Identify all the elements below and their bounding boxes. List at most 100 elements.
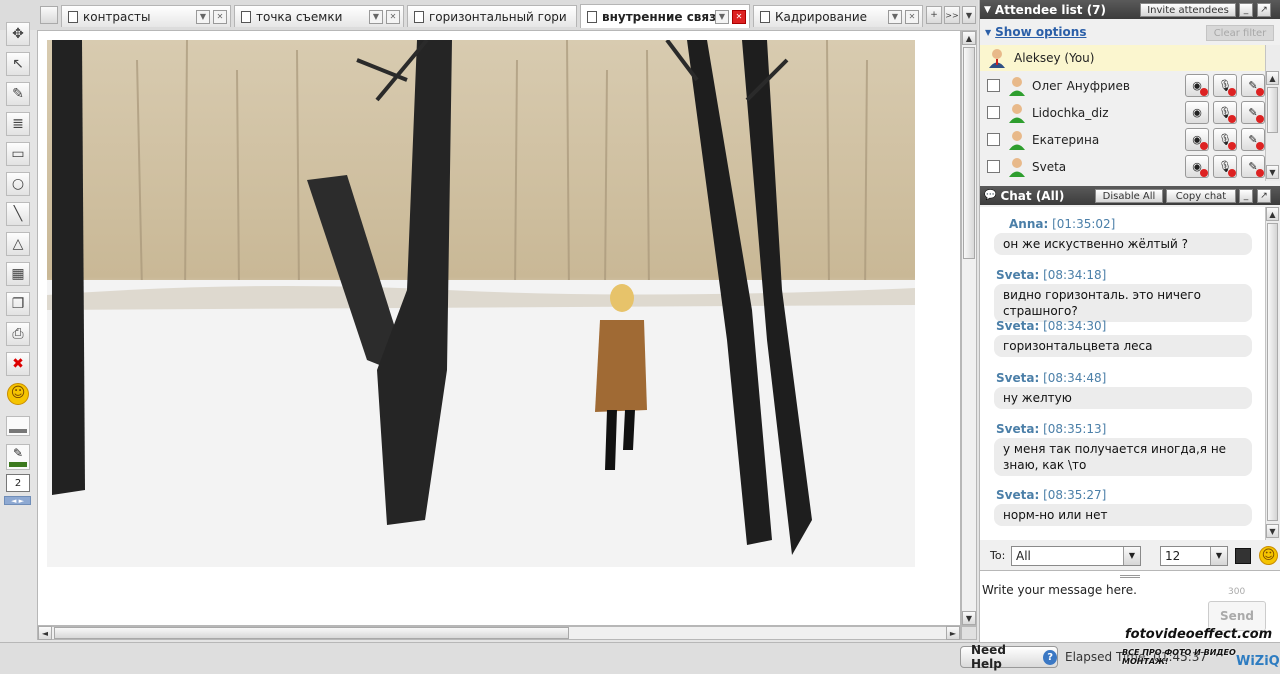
popout-icon[interactable]: ↗ [1257, 189, 1271, 203]
tab-tochka-sjemki[interactable]: точка съемки ▼ ✕ [234, 5, 404, 27]
horizontal-scroll-thumb[interactable] [54, 627, 569, 639]
scroll-left-arrow-icon[interactable]: ◄ [38, 626, 52, 640]
attendee-checkbox[interactable] [987, 79, 1000, 92]
right-side-panel: ▼ Attendee list (7) Invite attendees _ ↗… [979, 0, 1280, 642]
pen-disabled-icon[interactable]: ✎ [1241, 128, 1265, 151]
minimize-icon[interactable]: _ [1239, 189, 1253, 203]
table-icon: ▦ [11, 266, 25, 282]
scroll-up-arrow-icon[interactable]: ▲ [1266, 71, 1279, 85]
pointer-icon: ↖ [12, 56, 24, 72]
screenshot-tool[interactable]: ⎙ [6, 322, 30, 346]
tab-kontrasty[interactable]: контрасты ▼ ✕ [61, 5, 231, 27]
sender-name: Sveta: [996, 422, 1040, 436]
line-width-stepper[interactable]: ◄ ► [4, 496, 31, 505]
show-options-toggle[interactable]: ▼ Show options [985, 25, 1086, 39]
pen-disabled-icon[interactable]: ✎ [1241, 74, 1265, 97]
attendee-row[interactable]: Олег Ануфриев ◉ 🎙 ✎ [980, 72, 1265, 99]
text-color-picker[interactable] [1235, 548, 1251, 564]
disable-all-button[interactable]: Disable All [1095, 189, 1163, 203]
tab-close-icon[interactable]: ✕ [905, 9, 919, 24]
font-size-select[interactable]: 12 ▼ [1160, 546, 1228, 566]
emoticon-icon[interactable]: ☺ [1259, 546, 1278, 565]
tab-vnutrennie-svyazi[interactable]: внутренние связи ▼ ✕ [580, 4, 750, 28]
pen-disabled-icon[interactable]: ✎ [1241, 155, 1265, 178]
attendee-checkbox[interactable] [987, 106, 1000, 119]
attendee-scroll-thumb[interactable] [1267, 87, 1278, 133]
tabs-scroll-left-button[interactable] [40, 6, 58, 24]
scroll-down-arrow-icon[interactable]: ▼ [1266, 165, 1279, 179]
chat-message-meta: Sveta: [08:34:30] [996, 319, 1106, 333]
invite-attendees-button[interactable]: Invite attendees [1140, 3, 1236, 17]
scroll-down-arrow-icon[interactable]: ▼ [962, 611, 976, 625]
layers-tool[interactable]: ❐ [6, 292, 30, 316]
attendee-row[interactable]: Екатерина ◉ 🎙 ✎ [980, 126, 1265, 153]
self-attendee-row[interactable]: Aleksey (You) [980, 45, 1265, 71]
vertical-scroll-thumb[interactable] [963, 47, 975, 259]
table-tool[interactable]: ▦ [6, 262, 30, 286]
attendee-row[interactable]: Lidochka_diz ◉ 🎙 ✎ [980, 99, 1265, 126]
attendee-avatar-icon [1009, 76, 1025, 96]
line-tool[interactable]: ╲ [6, 202, 30, 226]
chat-scroll-thumb[interactable] [1267, 223, 1278, 521]
minimize-icon[interactable]: _ [1239, 3, 1253, 17]
scroll-right-arrow-icon[interactable]: ► [946, 626, 960, 640]
scroll-down-arrow-icon[interactable]: ▼ [1266, 524, 1279, 538]
delete-tool[interactable]: ✖ [6, 352, 30, 376]
attendee-row[interactable]: Sveta ◉ 🎙 ✎ [980, 153, 1265, 180]
collapse-triangle-icon[interactable]: ▼ [984, 5, 991, 15]
attendee-avatar-icon [1009, 157, 1025, 177]
need-help-button[interactable]: Need Help ? [960, 643, 1058, 671]
document-icon [760, 10, 770, 23]
emoticon-tool[interactable]: ☺ [6, 382, 30, 406]
pen-icon: ✎ [13, 446, 24, 460]
webcam-disabled-icon[interactable]: ◉ [1185, 155, 1209, 178]
copy-chat-button[interactable]: Copy chat [1166, 189, 1236, 203]
resize-grip-icon[interactable] [1120, 575, 1140, 578]
pencil-tool[interactable]: ✎ [6, 82, 30, 106]
tab-menu-icon[interactable]: ▼ [196, 9, 210, 24]
fill-color-picker[interactable] [6, 416, 30, 436]
tab-menu-icon[interactable]: ▼ [715, 9, 729, 24]
message-placeholder[interactable]: Write your message here. [982, 583, 1137, 597]
circle-tool[interactable]: ○ [6, 172, 30, 196]
attendee-checkbox[interactable] [987, 133, 1000, 146]
webcam-icon[interactable]: ◉ [1185, 101, 1209, 124]
select-arrow-tool[interactable]: ✥ [6, 22, 30, 46]
line-width-field[interactable]: 2 [6, 474, 30, 492]
scroll-up-arrow-icon[interactable]: ▲ [962, 31, 976, 45]
tab-gorizontalny[interactable]: горизонтальный гори [407, 5, 577, 27]
pointer-tool[interactable]: ↖ [6, 52, 30, 76]
whiteboard-vertical-scrollbar[interactable]: ▲ ▼ [961, 30, 977, 626]
tab-close-icon[interactable]: ✕ [386, 9, 400, 24]
popout-icon[interactable]: ↗ [1257, 3, 1271, 17]
scroll-up-arrow-icon[interactable]: ▲ [1266, 207, 1279, 221]
mic-disabled-icon[interactable]: 🎙 [1213, 155, 1237, 178]
mic-disabled-icon[interactable]: 🎙 [1213, 101, 1237, 124]
text-tool[interactable]: ≣ [6, 112, 30, 136]
attendee-list-scrollbar[interactable]: ▲ ▼ [1265, 45, 1280, 181]
tab-kadrirovanie[interactable]: Кадрирование ▼ ✕ [753, 5, 923, 27]
webcam-disabled-icon[interactable]: ◉ [1185, 128, 1209, 151]
tabs-dropdown-button[interactable]: ▼ [962, 6, 976, 24]
pen-disabled-icon[interactable]: ✎ [1241, 101, 1265, 124]
rectangle-tool[interactable]: ▭ [6, 142, 30, 166]
stroke-color-picker[interactable]: ✎ [6, 444, 30, 470]
tab-menu-icon[interactable]: ▼ [888, 9, 902, 24]
add-tab-button[interactable]: + [926, 6, 942, 24]
mic-disabled-icon[interactable]: 🎙 [1213, 74, 1237, 97]
recipient-select[interactable]: All ▼ [1011, 546, 1141, 566]
whiteboard-horizontal-scrollbar[interactable]: ◄ ► [37, 626, 961, 640]
tab-label: контрасты [83, 9, 151, 24]
triangle-tool[interactable]: △ [6, 232, 30, 256]
more-tabs-button[interactable]: >> [944, 6, 960, 24]
message-time: [08:34:18] [1043, 268, 1107, 282]
show-options-link[interactable]: Show options [995, 25, 1086, 39]
tab-menu-icon[interactable]: ▼ [369, 9, 383, 24]
clear-filter-button[interactable]: Clear filter [1206, 25, 1274, 41]
mic-disabled-icon[interactable]: 🎙 [1213, 128, 1237, 151]
attendee-checkbox[interactable] [987, 160, 1000, 173]
tab-close-icon[interactable]: ✕ [732, 9, 746, 24]
chat-scrollbar[interactable]: ▲ ▼ [1265, 207, 1280, 540]
webcam-disabled-icon[interactable]: ◉ [1185, 74, 1209, 97]
tab-close-icon[interactable]: ✕ [213, 9, 227, 24]
